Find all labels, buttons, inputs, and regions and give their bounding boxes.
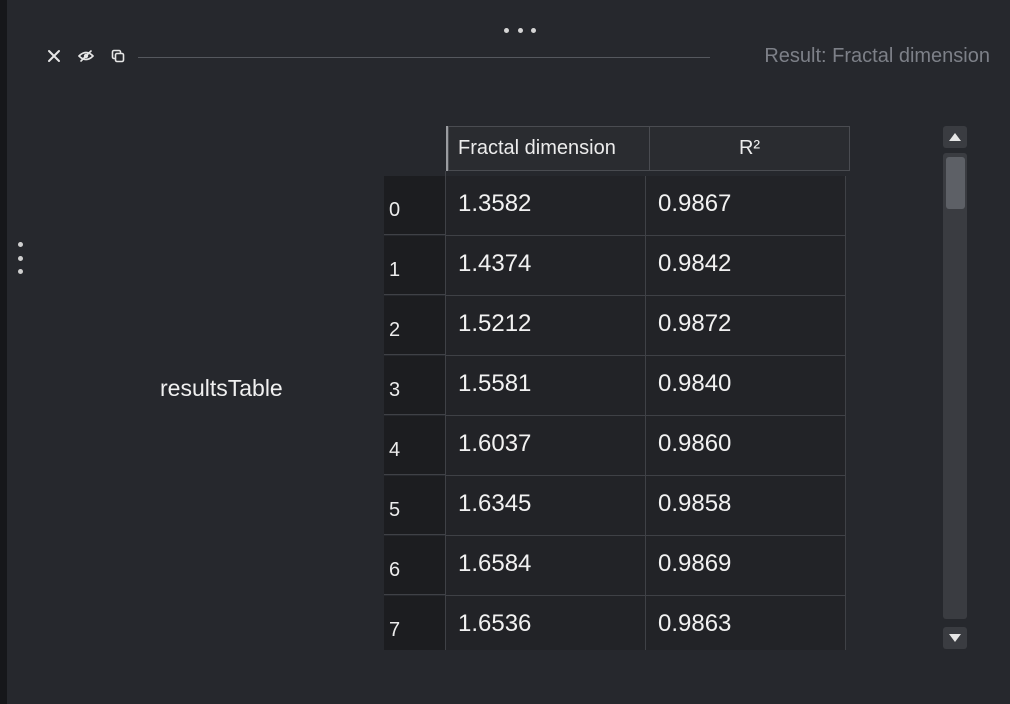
row-index: 5 [384, 476, 445, 535]
cell-r-squared[interactable]: 0.9860 [646, 416, 846, 476]
triangle-up-icon [949, 133, 961, 141]
table-row[interactable]: 4 1.6037 0.9860 [384, 416, 854, 476]
row-index: 0 [384, 176, 445, 235]
handle-dot [17, 255, 23, 261]
panel-title: Result: Fractal dimension [764, 45, 990, 67]
row-index: 4 [384, 416, 445, 475]
cell-r-squared[interactable]: 0.9867 [646, 176, 846, 236]
handle-dot [531, 27, 536, 33]
cell-fractal-dimension[interactable]: 1.6345 [446, 476, 646, 536]
column-header-r-squared[interactable]: R² [649, 126, 850, 171]
row-index: 1 [384, 236, 445, 295]
cell-r-squared[interactable]: 0.9858 [646, 476, 846, 536]
cell-fractal-dimension[interactable]: 1.5581 [446, 356, 646, 416]
hide-eye-icon[interactable] [78, 48, 94, 64]
row-index: 6 [384, 536, 445, 595]
panel-drag-handle-top[interactable] [504, 26, 536, 34]
title-divider [138, 57, 710, 58]
table-row[interactable]: 0 1.3582 0.9867 [384, 176, 854, 236]
scroll-down-button[interactable] [943, 627, 967, 649]
table-row[interactable]: 7 1.6536 0.9863 [384, 596, 854, 650]
window-left-edge [0, 0, 7, 704]
cell-r-squared[interactable]: 0.9840 [646, 356, 846, 416]
panel-drag-handle-side[interactable] [16, 242, 24, 274]
table-row[interactable]: 5 1.6345 0.9858 [384, 476, 854, 536]
cell-fractal-dimension[interactable]: 1.4374 [446, 236, 646, 296]
cell-fractal-dimension[interactable]: 1.5212 [446, 296, 646, 356]
triangle-down-icon [949, 634, 961, 642]
handle-dot [17, 242, 23, 247]
column-header-fractal-dimension[interactable]: Fractal dimension [448, 126, 650, 171]
row-index: 3 [384, 356, 445, 415]
scrollbar-track[interactable] [943, 153, 967, 619]
cell-r-squared[interactable]: 0.9842 [646, 236, 846, 296]
table-row[interactable]: 3 1.5581 0.9840 [384, 356, 854, 416]
cell-fractal-dimension[interactable]: 1.6584 [446, 536, 646, 596]
results-table[interactable]: Fractal dimension R² 0 1.3582 0.9867 1 1… [384, 126, 854, 650]
table-row[interactable]: 2 1.5212 0.9872 [384, 296, 854, 356]
cell-fractal-dimension[interactable]: 1.6536 [446, 596, 646, 650]
row-index: 2 [384, 296, 445, 355]
handle-dot [517, 27, 523, 33]
widget-label: resultsTable [160, 375, 283, 401]
cell-r-squared[interactable]: 0.9863 [646, 596, 846, 650]
cell-r-squared[interactable]: 0.9869 [646, 536, 846, 596]
cell-r-squared[interactable]: 0.9872 [646, 296, 846, 356]
cell-fractal-dimension[interactable]: 1.3582 [446, 176, 646, 236]
cell-fractal-dimension[interactable]: 1.6037 [446, 416, 646, 476]
close-icon[interactable] [46, 48, 62, 64]
table-row[interactable]: 1 1.4374 0.9842 [384, 236, 854, 296]
handle-dot [504, 27, 509, 33]
row-index: 7 [384, 596, 445, 650]
scrollbar-thumb[interactable] [946, 157, 965, 209]
duplicate-icon[interactable] [110, 48, 126, 64]
table-row[interactable]: 6 1.6584 0.9869 [384, 536, 854, 596]
scroll-up-button[interactable] [943, 126, 967, 148]
handle-dot [17, 269, 23, 274]
